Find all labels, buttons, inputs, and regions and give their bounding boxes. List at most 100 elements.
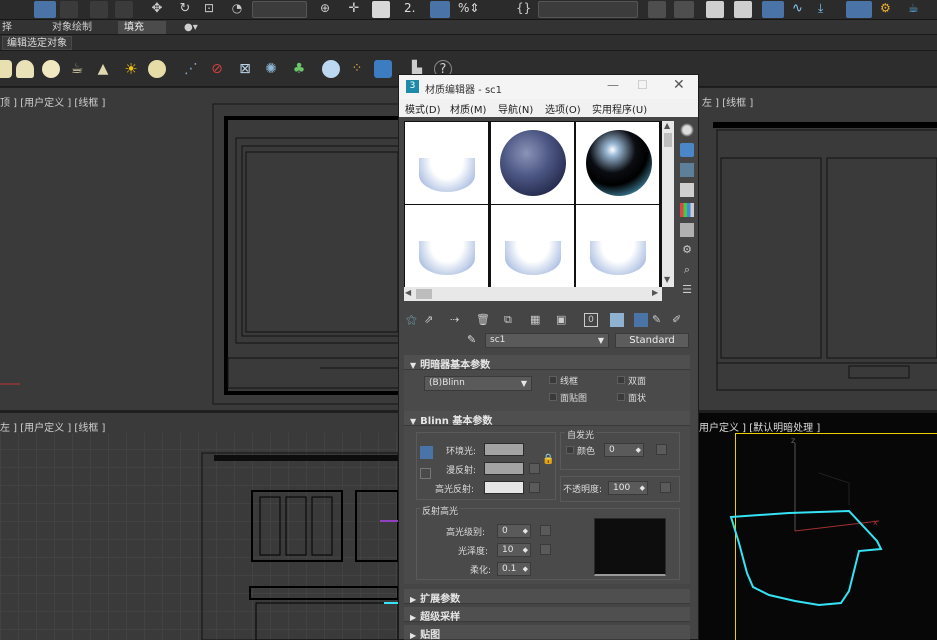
wire-checkbox[interactable] xyxy=(549,376,557,384)
dome-icon[interactable] xyxy=(16,60,34,78)
edit-named-selection-icon[interactable]: {} xyxy=(516,1,534,18)
scene-explorer-icon[interactable] xyxy=(734,1,752,18)
specular-level-map-button[interactable] xyxy=(540,525,551,536)
maximize-button[interactable]: ☐ xyxy=(637,78,648,92)
tab-options-dropdown[interactable]: ●▾ xyxy=(178,21,206,34)
options-icon[interactable]: ⚙ xyxy=(680,243,694,257)
reset-map-icon[interactable]: 🗑 xyxy=(476,313,490,327)
menu-mode[interactable]: 模式(D) xyxy=(405,101,441,116)
schematic-view-icon[interactable]: ⤓ xyxy=(818,1,836,18)
foliage-icon[interactable]: ♣ xyxy=(290,60,308,78)
helper-icon[interactable]: ⊘ xyxy=(208,60,226,78)
specular-map-button[interactable] xyxy=(529,482,540,493)
specular-level-spinner[interactable]: 0 ◆ xyxy=(497,524,531,538)
make-unique-icon[interactable]: ⧉ xyxy=(504,313,518,327)
tab-populate[interactable]: 填充 xyxy=(118,21,166,34)
material-slot-4[interactable] xyxy=(405,205,488,287)
material-slot-1[interactable] xyxy=(405,122,488,204)
lock-icon[interactable]: 🔒 xyxy=(542,454,554,466)
menu-options[interactable]: 选项(O) xyxy=(545,101,581,116)
box-icon[interactable] xyxy=(0,60,12,78)
assign-to-selection-icon[interactable]: ⇢ xyxy=(450,313,464,327)
backlight-icon[interactable] xyxy=(680,143,694,157)
soften-spinner[interactable]: 0.1 ◆ xyxy=(497,562,531,576)
specular-color-swatch[interactable] xyxy=(484,481,524,494)
ambient-color-swatch[interactable] xyxy=(484,443,524,456)
sphere-icon[interactable] xyxy=(42,60,60,78)
background-icon[interactable] xyxy=(680,163,694,177)
named-selection-dropdown[interactable] xyxy=(538,1,638,18)
shader-params-rollout-header[interactable]: ▼ 明暗器基本参数 xyxy=(404,355,690,371)
material-map-navigator-icon[interactable]: ☰ xyxy=(680,283,694,297)
scene-objects-icon[interactable] xyxy=(374,60,392,78)
cone-icon[interactable]: ▲ xyxy=(94,60,112,78)
color-dots-icon[interactable]: ⁘ xyxy=(348,60,366,78)
scale-icon[interactable]: ⊡ xyxy=(200,1,218,18)
edit-selected-objects-label[interactable]: 编辑选定对象 xyxy=(2,36,72,50)
mirror-icon[interactable] xyxy=(648,1,666,18)
region-select-icon[interactable] xyxy=(90,1,108,18)
viewport-top-right[interactable]: 左 ] [线框 ] xyxy=(699,88,937,410)
render-setup-icon[interactable]: ⚙ xyxy=(880,1,902,18)
faceted-checkbox[interactable] xyxy=(617,393,625,401)
sample-type-icon[interactable] xyxy=(680,123,694,137)
minimize-button[interactable]: — xyxy=(607,78,619,92)
select-manipulate-icon[interactable]: ✛ xyxy=(345,1,363,18)
diffuse-map-button[interactable] xyxy=(529,463,540,474)
layer-explorer-icon[interactable] xyxy=(706,1,724,18)
material-editor-icon[interactable] xyxy=(846,1,872,18)
show-end-result-icon[interactable] xyxy=(610,313,624,327)
material-id-channel-icon[interactable]: ▣ xyxy=(556,313,570,327)
sun-light-icon[interactable]: ☀ xyxy=(122,60,140,78)
keyboard-shortcut-icon[interactable] xyxy=(372,1,390,18)
go-to-parent-icon[interactable] xyxy=(634,313,648,327)
viewport-top-left[interactable]: 顶 ] [用户定义 ] [线框 ] xyxy=(0,88,398,410)
particles-icon[interactable]: ⋰ xyxy=(182,60,200,78)
diffuse-color-swatch[interactable] xyxy=(484,462,524,475)
extended-params-rollout[interactable]: ▶ 扩展参数 xyxy=(404,589,690,605)
menu-navigation[interactable]: 导航(N) xyxy=(498,101,533,116)
self-illum-color-checkbox[interactable] xyxy=(566,446,574,454)
light-sphere-icon[interactable] xyxy=(148,60,166,78)
blinn-params-rollout-header[interactable]: ▼ Blinn 基本参数 xyxy=(404,411,690,427)
opacity-map-button[interactable] xyxy=(660,482,671,493)
maps-rollout[interactable]: ▶ 贴图 xyxy=(404,625,690,640)
put-to-scene-icon[interactable]: ⇗ xyxy=(424,313,438,327)
pivot-center-icon[interactable]: ⊕ xyxy=(314,1,336,18)
show-shaded-material-icon[interactable]: 0 xyxy=(584,313,598,327)
two-sided-checkbox[interactable] xyxy=(617,376,625,384)
align-icon[interactable] xyxy=(674,1,694,18)
pick-material-icon[interactable]: ✐ xyxy=(672,313,686,327)
percent-snap-icon[interactable]: %⇕ xyxy=(458,1,484,18)
tab-object-paint[interactable]: 对象绘制 xyxy=(46,21,98,34)
render-icon[interactable]: ☕ xyxy=(908,1,930,18)
placement-icon[interactable]: ◔ xyxy=(228,1,246,18)
teapot-icon[interactable]: ☕ xyxy=(68,60,86,78)
shader-type-dropdown[interactable]: (B)Blinn ▼ xyxy=(424,376,532,391)
rotate-icon[interactable]: ↻ xyxy=(176,1,194,18)
material-slot-2[interactable] xyxy=(491,122,574,204)
go-forward-sibling-icon[interactable]: ✎ xyxy=(652,313,666,327)
self-illum-map-button[interactable] xyxy=(656,444,667,455)
curve-editor-icon[interactable]: ∿ xyxy=(792,1,810,18)
glossiness-map-button[interactable] xyxy=(540,544,551,555)
tab-selection[interactable]: 择 xyxy=(0,21,18,34)
material-name-field[interactable]: sc1 ▼ xyxy=(485,333,609,348)
snap-toggle-icon[interactable]: 2. xyxy=(404,1,424,18)
close-button[interactable]: ✕ xyxy=(673,77,685,93)
make-preview-icon[interactable] xyxy=(680,223,694,237)
self-illum-value-spinner[interactable]: 0 ◆ xyxy=(604,443,644,457)
material-sphere-icon[interactable] xyxy=(322,60,340,78)
video-color-check-icon[interactable] xyxy=(680,203,694,217)
material-slot-3-active[interactable] xyxy=(576,122,659,204)
sample-uv-tiling-icon[interactable] xyxy=(680,183,694,197)
space-warp-icon[interactable]: ⊠ xyxy=(236,60,254,78)
select-by-name-icon[interactable] xyxy=(60,1,78,18)
slots-horizontal-scrollbar[interactable]: ◀ ▶ xyxy=(404,287,662,301)
material-slot-5[interactable] xyxy=(491,205,574,287)
viewport-bottom-left[interactable]: 左 ] [用户定义 ] [线框 ] xyxy=(0,413,398,640)
menu-material[interactable]: 材质(M) xyxy=(450,101,486,116)
lock-ambient-diffuse-icon[interactable] xyxy=(420,446,433,459)
slots-vertical-scrollbar[interactable]: ▲ ▼ xyxy=(662,121,674,287)
supersampling-rollout[interactable]: ▶ 超级采样 xyxy=(404,607,690,623)
